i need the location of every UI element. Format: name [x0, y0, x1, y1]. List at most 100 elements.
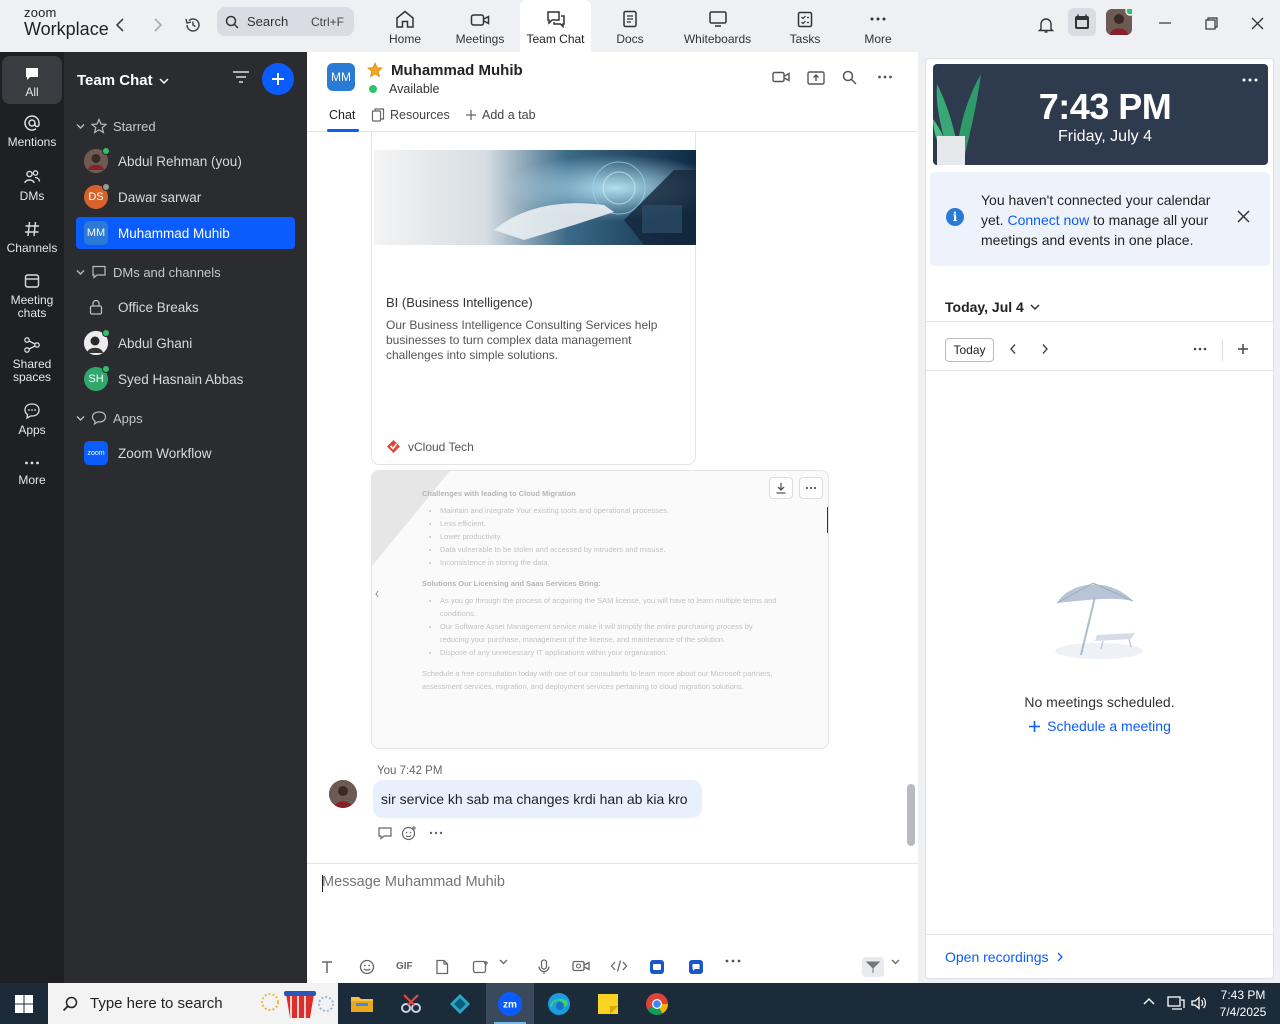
more-options-icon[interactable]: [1242, 78, 1258, 82]
send-options-chevron-icon[interactable]: [891, 959, 900, 965]
video-message-icon[interactable]: [572, 959, 590, 973]
more-tools-icon[interactable]: [725, 959, 741, 963]
schedule-meeting-link[interactable]: Schedule a meeting: [926, 718, 1273, 734]
rail-apps[interactable]: Apps: [2, 402, 62, 437]
chevron-up-icon[interactable]: [1143, 997, 1155, 1005]
day-selector[interactable]: Today, Jul 4: [945, 299, 1040, 315]
sticky-notes-icon[interactable]: [584, 983, 632, 1024]
emoji-icon[interactable]: [359, 959, 375, 975]
sidebar-item-abdul-rehman[interactable]: Abdul Rehman (you): [76, 145, 295, 177]
zoom-taskbar-icon[interactable]: zm: [486, 983, 534, 1024]
rail-channels[interactable]: Channels: [2, 220, 62, 255]
new-chat-button[interactable]: [262, 63, 294, 95]
download-button[interactable]: [769, 477, 793, 499]
app-diamond-icon[interactable]: [436, 983, 484, 1024]
restore-icon[interactable]: [1196, 12, 1226, 34]
star-filled-icon[interactable]: [367, 62, 383, 78]
gif-icon[interactable]: GIF: [395, 959, 415, 971]
more-options-icon[interactable]: [877, 70, 893, 84]
contact-name[interactable]: Muhammad Muhib: [391, 62, 523, 79]
plus-icon[interactable]: [1237, 343, 1249, 355]
file-explorer-icon[interactable]: [338, 983, 386, 1024]
tab-resources[interactable]: Resources: [371, 108, 450, 122]
reply-icon[interactable]: [377, 826, 393, 840]
document-scrollbar[interactable]: [827, 507, 828, 533]
app-shortcut-icon[interactable]: [688, 959, 704, 975]
edge-browser-icon[interactable]: [535, 983, 583, 1024]
tab-team-chat[interactable]: Team Chat: [520, 0, 591, 52]
snipping-tool-icon[interactable]: [387, 983, 435, 1024]
windows-start-icon[interactable]: [15, 995, 33, 1013]
message-bubble[interactable]: sir service kh sab ma changes krdi han a…: [373, 780, 702, 818]
rail-mentions[interactable]: Mentions: [2, 114, 62, 149]
back-arrow-icon[interactable]: [108, 12, 134, 38]
calendar-panel-icon[interactable]: [1068, 8, 1096, 36]
more-options-icon[interactable]: [1193, 347, 1207, 351]
format-text-icon[interactable]: [320, 959, 336, 975]
tab-more[interactable]: More: [858, 0, 898, 52]
bell-icon[interactable]: [1033, 12, 1059, 38]
send-icon[interactable]: [862, 957, 884, 977]
taskbar-search-input[interactable]: Type here to search: [48, 983, 338, 1024]
screenshot-icon[interactable]: [472, 959, 490, 975]
app-shortcut-icon[interactable]: [649, 959, 665, 975]
tab-home[interactable]: Home: [380, 0, 430, 52]
preview-title[interactable]: BI (Business Intelligence): [386, 295, 533, 310]
today-button[interactable]: Today: [945, 338, 994, 362]
avatar[interactable]: [1106, 9, 1132, 35]
share-screen-icon[interactable]: [807, 70, 825, 86]
sidebar-item-zoom-workflow[interactable]: zoom Zoom Workflow: [76, 437, 295, 469]
connect-now-link[interactable]: Connect now: [1007, 212, 1089, 228]
tab-whiteboards[interactable]: Whiteboards: [680, 0, 755, 52]
tab-tasks[interactable]: Tasks: [785, 0, 825, 52]
code-snippet-icon[interactable]: [610, 959, 628, 973]
section-apps[interactable]: Apps: [76, 410, 143, 426]
chevron-down-icon[interactable]: [499, 959, 508, 965]
section-dms-channels[interactable]: DMs and channels: [76, 264, 221, 280]
contact-avatar[interactable]: MM: [327, 63, 355, 91]
link-preview-card[interactable]: BI (Business Intelligence) Our Business …: [371, 132, 696, 465]
tab-docs[interactable]: Docs: [610, 0, 650, 52]
network-icon[interactable]: [1167, 995, 1185, 1011]
filter-icon[interactable]: [232, 70, 250, 84]
emoji-reaction-icon[interactable]: [401, 825, 417, 841]
history-icon[interactable]: [180, 12, 206, 38]
minimize-icon[interactable]: [1150, 12, 1180, 34]
sidebar-item-office-breaks[interactable]: Office Breaks: [76, 291, 295, 323]
sender-avatar[interactable]: [329, 780, 357, 808]
chevron-left-icon[interactable]: [374, 589, 380, 599]
chrome-browser-icon[interactable]: [633, 983, 681, 1024]
close-icon[interactable]: [1237, 210, 1250, 223]
sidebar-title[interactable]: Team Chat: [77, 72, 169, 89]
file-icon[interactable]: [435, 959, 449, 975]
rail-more[interactable]: More: [2, 456, 62, 487]
rail-dms[interactable]: DMs: [2, 168, 62, 203]
search-input[interactable]: Search Ctrl+F: [217, 7, 354, 36]
document-attachment[interactable]: Challenges with leading to Cloud Migrati…: [371, 470, 829, 749]
chevron-left-icon[interactable]: [1009, 343, 1017, 355]
taskbar-clock[interactable]: 7:43 PM 7/4/2025: [1212, 987, 1274, 1021]
rail-all[interactable]: All: [2, 56, 62, 104]
chat-scrollbar[interactable]: [907, 784, 915, 846]
sidebar-item-dawar-sarwar[interactable]: DS Dawar sarwar: [76, 181, 295, 213]
message-input[interactable]: [322, 874, 902, 890]
microphone-icon[interactable]: [537, 959, 551, 975]
sidebar-item-syed-hasnain-abbas[interactable]: SH Syed Hasnain Abbas: [76, 363, 295, 395]
sidebar-item-abdul-ghani[interactable]: Abdul Ghani: [76, 327, 295, 359]
attachment-more-button[interactable]: [799, 477, 823, 499]
video-call-icon[interactable]: [772, 70, 790, 84]
chevron-right-icon[interactable]: [1041, 343, 1049, 355]
forward-arrow-icon[interactable]: [144, 12, 170, 38]
add-tab-button[interactable]: Add a tab: [465, 108, 536, 122]
section-starred[interactable]: Starred: [76, 118, 156, 134]
tab-meetings[interactable]: Meetings: [450, 0, 510, 52]
search-icon[interactable]: [842, 70, 857, 85]
rail-meeting-chats[interactable]: Meeting chats: [2, 272, 62, 320]
open-recordings-link[interactable]: Open recordings: [945, 949, 1063, 965]
sidebar-item-muhammad-muhib[interactable]: MM Muhammad Muhib: [76, 217, 295, 249]
volume-icon[interactable]: [1190, 995, 1208, 1011]
close-icon[interactable]: [1242, 12, 1272, 34]
rail-shared-spaces[interactable]: Shared spaces: [2, 336, 62, 384]
more-dots-icon[interactable]: [429, 831, 443, 835]
tab-chat[interactable]: Chat: [329, 108, 355, 122]
